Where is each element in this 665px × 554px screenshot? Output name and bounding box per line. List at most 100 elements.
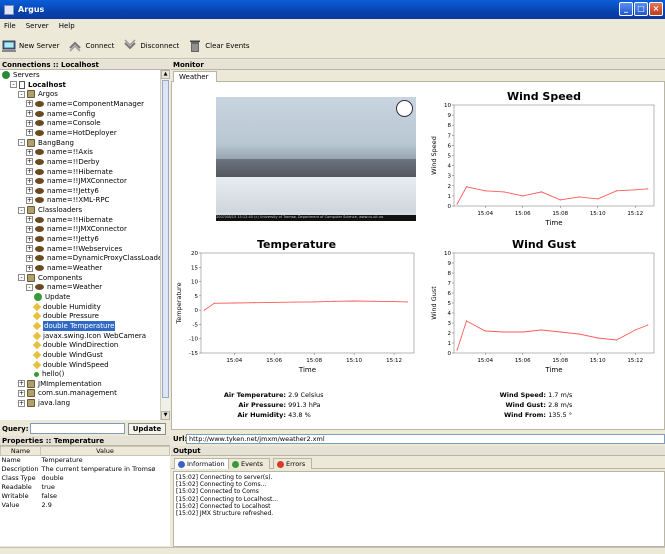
tree-node[interactable]: double Temperature xyxy=(32,320,116,331)
expand-icon[interactable]: + xyxy=(18,389,25,397)
tree-node[interactable]: - name=Weather xyxy=(26,282,102,292)
query-input[interactable] xyxy=(30,423,125,434)
expand-icon[interactable]: + xyxy=(26,254,33,262)
property-row[interactable]: Name Temperature xyxy=(1,456,170,465)
property-row[interactable]: Value 2.9 xyxy=(1,501,170,510)
tree-node[interactable]: + name=!!Hibernate xyxy=(26,215,113,225)
tree-node[interactable]: - BangBang xyxy=(18,138,74,148)
tree-node[interactable]: + name=!!Axis xyxy=(26,147,93,157)
tree-node[interactable]: - Argos xyxy=(18,89,58,99)
collapse-icon[interactable]: - xyxy=(26,283,33,291)
tree-node[interactable]: - Localhost xyxy=(10,80,66,90)
expand-icon[interactable]: + xyxy=(26,225,33,233)
tree-node[interactable]: + name=Config xyxy=(26,109,95,119)
connect-button[interactable]: Connect xyxy=(68,39,114,53)
property-row[interactable]: Writable false xyxy=(1,492,170,501)
minimize-button[interactable]: _ xyxy=(619,2,633,16)
tree-node[interactable]: + name=Weather xyxy=(26,263,102,273)
expand-icon[interactable]: + xyxy=(26,158,33,166)
tree-node[interactable]: Update xyxy=(34,292,70,302)
tree-node[interactable]: double Pressure xyxy=(32,311,99,321)
column-name[interactable]: Name xyxy=(0,446,41,456)
property-row[interactable]: Readable true xyxy=(1,483,170,492)
expand-icon[interactable]: + xyxy=(26,264,33,272)
tree-node[interactable]: + name=HotDeployer xyxy=(26,128,117,138)
column-value[interactable]: Value xyxy=(40,446,170,456)
connections-tree[interactable]: Servers - Localhost - Argos + name=ComponentMa… xyxy=(0,70,160,420)
expand-icon[interactable]: + xyxy=(18,399,25,407)
expand-icon[interactable]: + xyxy=(18,380,25,388)
scroll-up-arrow[interactable]: ▲ xyxy=(161,70,170,79)
expand-icon[interactable]: + xyxy=(26,119,33,127)
tree-node[interactable]: + name=Console xyxy=(26,118,101,128)
tree-node[interactable]: + name=DynamicProxyClassLoader xyxy=(26,253,160,263)
expand-icon[interactable]: + xyxy=(26,196,33,204)
url-input[interactable]: http://www.tyken.net/jmxm/weather2.xml xyxy=(186,433,665,444)
tree-node[interactable]: - Classloaders xyxy=(18,205,82,215)
tree-node[interactable]: double Humidity xyxy=(32,302,101,312)
connections-header: Connections :: Localhost xyxy=(0,60,170,70)
update-button[interactable]: Update xyxy=(128,422,166,435)
collapse-icon[interactable]: - xyxy=(10,81,17,89)
webcam-image: 2007/08/15 15:12:40 (c) University of Tr… xyxy=(216,97,416,221)
tree-node[interactable]: double WindGust xyxy=(32,350,103,360)
scroll-down-arrow[interactable]: ▼ xyxy=(161,411,170,420)
collapse-icon[interactable]: - xyxy=(18,90,25,98)
tree-node[interactable]: + name=!!JMXConnector xyxy=(26,176,127,186)
collapse-icon[interactable]: - xyxy=(18,139,25,147)
tree-node-label: name=!!XML-RPC xyxy=(47,196,110,205)
tree-node[interactable]: + name=!!Jetty6 xyxy=(26,186,99,196)
plot-area xyxy=(453,252,655,354)
expand-icon[interactable]: + xyxy=(26,148,33,156)
expand-icon[interactable]: + xyxy=(26,100,33,108)
tree-node[interactable]: Servers xyxy=(2,70,40,80)
tree-node[interactable]: + name=!!Derby xyxy=(26,157,100,167)
collapse-icon[interactable]: - xyxy=(18,274,25,282)
expand-icon[interactable]: + xyxy=(26,177,33,185)
data-point xyxy=(484,190,486,192)
expand-icon[interactable]: + xyxy=(26,216,33,224)
tree-node[interactable]: + name=!!Hibernate xyxy=(26,167,113,177)
tree-node[interactable]: + com.sun.management xyxy=(18,388,117,398)
tree-scrollbar[interactable]: ▲ ▼ xyxy=(160,70,170,420)
tree-node[interactable]: double WindSpeed xyxy=(32,360,109,370)
tree-node[interactable]: + name=!!Jetty6 xyxy=(26,234,99,244)
tree-node-label: name=!!Jetty6 xyxy=(47,235,99,244)
menu-server[interactable]: Server xyxy=(26,22,49,30)
tab-errors[interactable]: Errors xyxy=(273,458,313,469)
scroll-thumb[interactable] xyxy=(162,80,169,398)
expand-icon[interactable]: + xyxy=(26,187,33,195)
expand-icon[interactable]: + xyxy=(26,129,33,137)
expand-icon[interactable]: + xyxy=(26,245,33,253)
tree-node[interactable]: + name=!!XML-RPC xyxy=(26,195,109,205)
tree-node[interactable]: + name=ComponentManager xyxy=(26,99,144,109)
log-line: [15:02] JMX Structure refreshed. xyxy=(176,510,274,518)
tree-node[interactable]: + name=!!Webservices xyxy=(26,244,122,254)
expand-icon[interactable]: + xyxy=(26,168,33,175)
tree-node[interactable]: hello() xyxy=(34,369,64,379)
property-row[interactable]: Description The current temperature in Tr… xyxy=(1,465,170,474)
disconnect-button[interactable]: Disconnect xyxy=(123,38,179,53)
tree-node[interactable]: javax.swing.Icon WebCamera xyxy=(32,331,146,341)
menu-help[interactable]: Help xyxy=(59,22,75,30)
tree-node[interactable]: double WindDirection xyxy=(32,340,118,350)
new-server-button[interactable]: New Server xyxy=(2,39,59,53)
tab-weather[interactable]: Weather xyxy=(173,71,218,82)
menu-file[interactable]: File xyxy=(4,22,16,30)
collapse-icon[interactable]: - xyxy=(18,206,25,214)
data-point xyxy=(273,301,275,304)
tab-information[interactable]: Information xyxy=(174,458,232,469)
tree-node[interactable]: + name=!!JMXConnector xyxy=(26,224,127,234)
expand-icon[interactable]: + xyxy=(26,235,33,243)
clear-events-button[interactable]: Clear Events xyxy=(188,39,250,53)
tree-node[interactable]: + java.lang xyxy=(18,398,70,408)
expand-icon[interactable]: + xyxy=(26,110,33,118)
tab-events[interactable]: Events xyxy=(228,458,271,469)
data-point xyxy=(540,329,543,331)
tree-node[interactable]: + JMImplementation xyxy=(18,379,102,389)
maximize-button[interactable]: □ xyxy=(634,2,648,16)
data-point xyxy=(213,302,215,304)
tree-node[interactable]: - Components xyxy=(18,273,82,283)
close-button[interactable]: × xyxy=(649,2,663,16)
property-row[interactable]: Class Type double xyxy=(1,474,170,483)
